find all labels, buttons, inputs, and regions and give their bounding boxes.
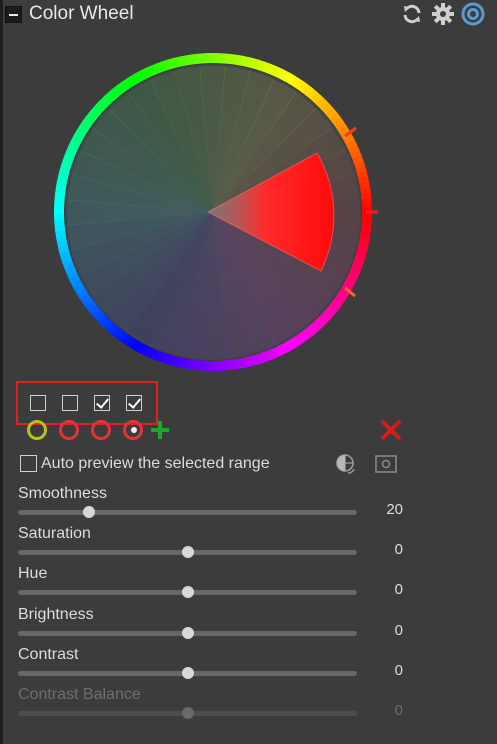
slider-label: Contrast [18,646,79,663]
slider-label: Hue [18,565,48,582]
slider-thumb[interactable] [181,667,194,679]
target-icon[interactable] [461,2,485,26]
slider-saturation: Saturation 0 [0,525,497,565]
auto-preview-checkbox[interactable] [20,455,37,472]
slider-thumb[interactable] [181,546,194,558]
range-marker-icon[interactable] [91,420,111,440]
auto-preview-row: Auto preview the selected range [18,453,488,477]
color-wheel-panel: Color Wheel Auto preview the selected ra… [0,0,497,744]
range-checkbox-4[interactable] [126,395,142,411]
slider-label: Saturation [18,525,91,542]
slider-thumb[interactable] [83,506,96,518]
slider-label: Brightness [18,606,94,623]
slider-value: 20 [386,501,403,518]
collapse-button[interactable] [5,6,22,23]
slider-contrast: Contrast 0 [0,646,497,686]
add-range-icon[interactable] [149,419,171,441]
globe-refresh-icon[interactable] [334,453,358,477]
slider-value: 0 [394,662,403,679]
active-marker-dot [131,427,137,433]
slider-hue: Hue 0 [0,565,497,605]
slider-smoothness: Smoothness 20 [0,485,497,525]
range-marker-icon[interactable] [27,420,47,440]
slider-value: 0 [394,622,403,639]
range-checkbox-3[interactable] [94,395,110,411]
panel-header: Color Wheel [0,0,497,30]
delete-range-icon[interactable] [378,417,404,443]
range-checkbox-1[interactable] [30,395,46,411]
slider-label: Contrast Balance [18,686,141,703]
slider-thumb[interactable] [181,627,194,639]
compare-screen-icon[interactable] [375,454,397,474]
slider-track[interactable] [18,510,357,515]
refresh-icon[interactable] [400,2,424,26]
slider-thumb [181,707,194,719]
color-wheel[interactable] [48,52,378,382]
slider-thumb[interactable] [181,586,194,598]
slider-value: 0 [394,541,403,558]
range-checkbox-2[interactable] [62,395,78,411]
range-marker-icon[interactable] [59,420,79,440]
slider-value: 0 [394,702,403,719]
auto-preview-label: Auto preview the selected range [41,455,270,472]
gear-icon[interactable] [431,2,455,26]
panel-title: Color Wheel [29,3,134,24]
slider-value: 0 [394,581,403,598]
slider-brightness: Brightness 0 [0,606,497,646]
slider-label: Smoothness [18,485,107,502]
slider-contrast-balance: Contrast Balance 0 [0,686,497,726]
